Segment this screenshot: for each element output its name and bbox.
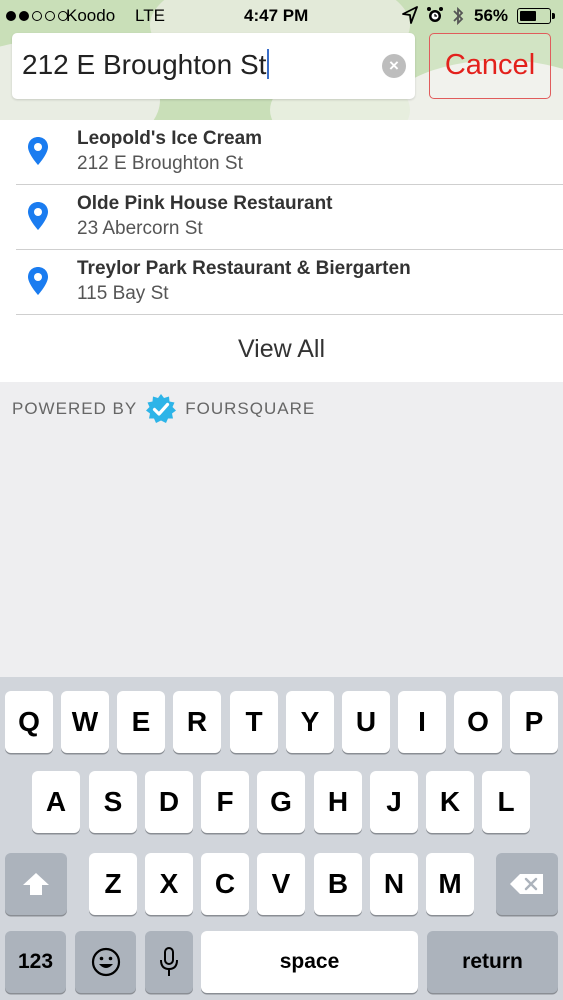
key-h[interactable]: H — [314, 771, 362, 833]
result-address: 23 Abercorn St — [77, 218, 203, 239]
clear-search-button[interactable]: × — [382, 54, 406, 78]
delete-key[interactable] — [496, 853, 558, 915]
key-a[interactable]: A — [32, 771, 80, 833]
view-all-button[interactable]: View All — [0, 316, 563, 382]
keyboard: Q W E R T Y U I O P A S D F G H J K L Z … — [0, 677, 563, 1000]
location-pin-icon — [28, 267, 48, 295]
foursquare-brand-label: FOURSQUARE — [185, 399, 316, 418]
result-address: 212 E Broughton St — [77, 153, 243, 174]
location-pin-icon — [28, 137, 48, 165]
result-address: 115 Bay St — [77, 283, 169, 304]
text-cursor — [267, 49, 270, 79]
cancel-button[interactable]: Cancel — [429, 33, 551, 99]
status-bar: Koodo LTE 4:47 PM 56% — [0, 0, 563, 32]
key-j[interactable]: J — [370, 771, 418, 833]
key-o[interactable]: O — [454, 691, 502, 753]
alarm-icon — [427, 7, 443, 22]
key-l[interactable]: L — [482, 771, 530, 833]
result-item-leopolds[interactable]: Leopold's Ice Cream 212 E Broughton St — [0, 120, 563, 185]
search-input[interactable]: 212 E Broughton St × — [12, 33, 415, 99]
return-key[interactable]: return — [427, 931, 558, 993]
location-pin-icon — [28, 202, 48, 230]
key-t[interactable]: T — [230, 691, 278, 753]
key-d[interactable]: D — [145, 771, 193, 833]
shift-key[interactable] — [5, 853, 67, 915]
space-key[interactable]: space — [201, 931, 418, 993]
key-n[interactable]: N — [370, 853, 418, 915]
dictation-key[interactable] — [145, 931, 193, 993]
emoji-key[interactable] — [75, 931, 136, 993]
result-name: Leopold's Ice Cream — [77, 128, 263, 149]
key-b[interactable]: B — [314, 853, 362, 915]
result-item-treylor-park[interactable]: Treylor Park Restaurant & Biergarten 115… — [0, 250, 563, 315]
key-v[interactable]: V — [257, 853, 305, 915]
key-u[interactable]: U — [342, 691, 390, 753]
key-f[interactable]: F — [201, 771, 249, 833]
key-m[interactable]: M — [426, 853, 474, 915]
network-type: LTE — [135, 6, 165, 25]
numbers-key[interactable]: 123 — [5, 931, 66, 993]
key-w[interactable]: W — [61, 691, 109, 753]
bluetooth-icon — [453, 6, 464, 26]
powered-by-foursquare: POWERED BY FOURSQUARE — [12, 393, 315, 425]
location-arrow-icon — [402, 6, 418, 24]
result-name: Olde Pink House Restaurant — [77, 193, 333, 214]
key-p[interactable]: P — [510, 691, 558, 753]
carrier-name: Koodo — [66, 6, 116, 25]
search-input-value: 212 E Broughton St — [22, 49, 267, 80]
search-results-list: Leopold's Ice Cream 212 E Broughton St O… — [0, 120, 563, 382]
microphone-icon — [160, 947, 178, 976]
key-s[interactable]: S — [89, 771, 137, 833]
clock: 4:47 PM — [244, 6, 309, 25]
key-k[interactable]: K — [426, 771, 474, 833]
signal-strength-indicator — [6, 11, 68, 21]
key-r[interactable]: R — [173, 691, 221, 753]
key-x[interactable]: X — [145, 853, 193, 915]
foursquare-logo-icon — [146, 394, 177, 423]
emoji-icon — [91, 947, 120, 977]
divider — [16, 314, 563, 315]
key-y[interactable]: Y — [286, 691, 334, 753]
result-item-olde-pink-house[interactable]: Olde Pink House Restaurant 23 Abercorn S… — [0, 185, 563, 250]
key-z[interactable]: Z — [89, 853, 137, 915]
powered-by-label: POWERED BY — [12, 399, 138, 418]
key-g[interactable]: G — [257, 771, 305, 833]
key-c[interactable]: C — [201, 853, 249, 915]
key-q[interactable]: Q — [5, 691, 53, 753]
backspace-icon — [510, 874, 543, 894]
result-name: Treylor Park Restaurant & Biergarten — [77, 258, 411, 279]
close-icon: × — [389, 56, 399, 75]
battery-percent: 56% — [474, 6, 509, 25]
shift-arrow-icon — [23, 873, 49, 895]
battery-icon — [517, 8, 555, 24]
key-i[interactable]: I — [398, 691, 446, 753]
key-e[interactable]: E — [117, 691, 165, 753]
